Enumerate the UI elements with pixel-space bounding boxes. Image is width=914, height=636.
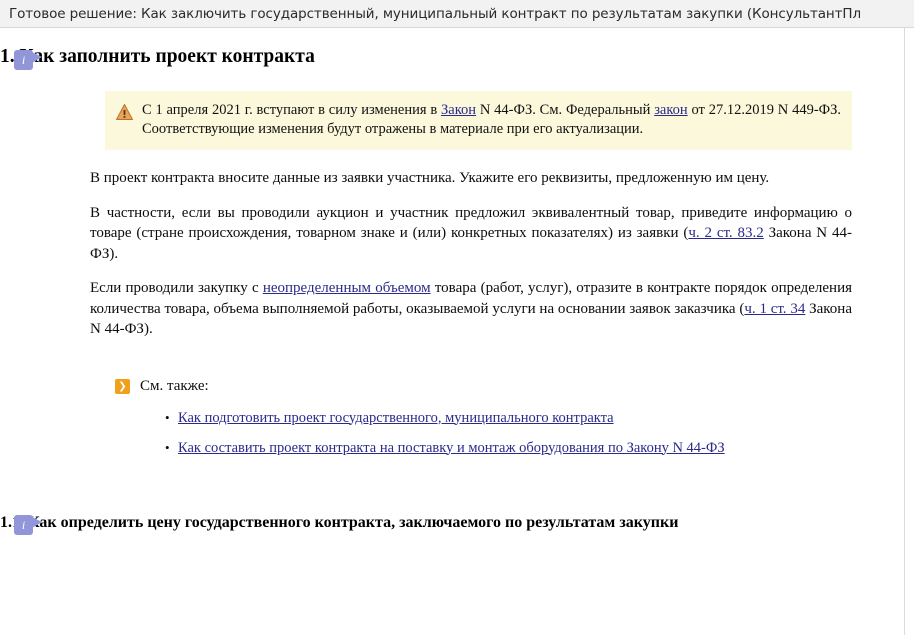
link-neopredelennym-obemom[interactable]: неопределенным объемом (263, 280, 431, 296)
info-marker-icon: i (14, 50, 42, 72)
note-text-1: С 1 апреля 2021 г. вступают в силу измен… (142, 102, 442, 118)
paragraph-3: Если проводили закупку с неопределенным … (90, 278, 852, 340)
info-marker-icon: i (14, 514, 42, 537)
info-marker-letter: i (14, 514, 33, 535)
chevron-right-icon: ❯ (115, 378, 130, 394)
info-marker-tail (32, 516, 42, 528)
note-link-zakon-44fz[interactable]: Закон (441, 102, 476, 118)
note-link-federal-law[interactable]: закон (654, 102, 687, 118)
warning-note-text: С 1 апреля 2021 г. вступают в силу измен… (142, 101, 841, 139)
section-1-header: i 1. Как заполнить проект контракта (0, 45, 904, 72)
info-marker-tail (32, 52, 42, 63)
section-1-body: В проект контракта вносите данные из зая… (90, 168, 852, 340)
section-heading-1-1: 1.1. Как определить цену государственног… (0, 513, 679, 531)
list-item: Как подготовить проект государственного,… (165, 408, 904, 428)
section-1-1: i 1.1. Как определить цену государственн… (0, 512, 904, 537)
see-also-header: ❯ См. также: (115, 378, 904, 395)
link-ch2-st83-2[interactable]: ч. 2 ст. 83.2 (688, 225, 763, 241)
page-title: 1. Как заполнить проект контракта (0, 46, 315, 67)
section-1-1-header: i 1.1. Как определить цену государственн… (0, 512, 904, 537)
paragraph-3-text-a: Если проводили закупку с (90, 280, 263, 296)
note-text-2: N 44-ФЗ. См. Федеральный (476, 102, 655, 118)
see-also-list: Как подготовить проект государственного,… (115, 408, 904, 458)
list-item: Как составить проект контракта на постав… (165, 438, 904, 458)
info-marker-letter: i (14, 50, 33, 70)
paragraph-1: В проект контракта вносите данные из зая… (90, 168, 852, 189)
document-content: i 1. Как заполнить проект контракта С 1 … (0, 28, 904, 537)
section-gap-spacer (0, 469, 904, 512)
see-also-label: См. также: (140, 377, 209, 394)
warning-note-box: С 1 апреля 2021 г. вступают в силу измен… (105, 91, 852, 150)
note-bottom-spacer (0, 150, 904, 168)
paragraph-2: В частности, если вы проводили аукцион и… (90, 203, 852, 265)
link-ch1-st34[interactable]: ч. 1 ст. 34 (744, 301, 805, 317)
warning-triangle-icon (116, 104, 133, 120)
document-scroll-area[interactable]: i 1. Как заполнить проект контракта С 1 … (0, 28, 905, 635)
see-also-link-2[interactable]: Как составить проект контракта на постав… (178, 440, 725, 456)
window-title: Готовое решение: Как заключить государст… (9, 5, 861, 22)
paragraph-1-text: В проект контракта вносите данные из зая… (90, 170, 770, 186)
top-spacer (0, 28, 904, 45)
window-title-bar: Готовое решение: Как заключить государст… (0, 0, 914, 28)
see-also-link-1[interactable]: Как подготовить проект государственного,… (178, 410, 614, 426)
see-also-top-spacer (0, 340, 904, 378)
see-also-block: ❯ См. также: Как подготовить проект госу… (115, 378, 904, 458)
section-1: i 1. Как заполнить проект контракта С 1 … (0, 45, 904, 458)
